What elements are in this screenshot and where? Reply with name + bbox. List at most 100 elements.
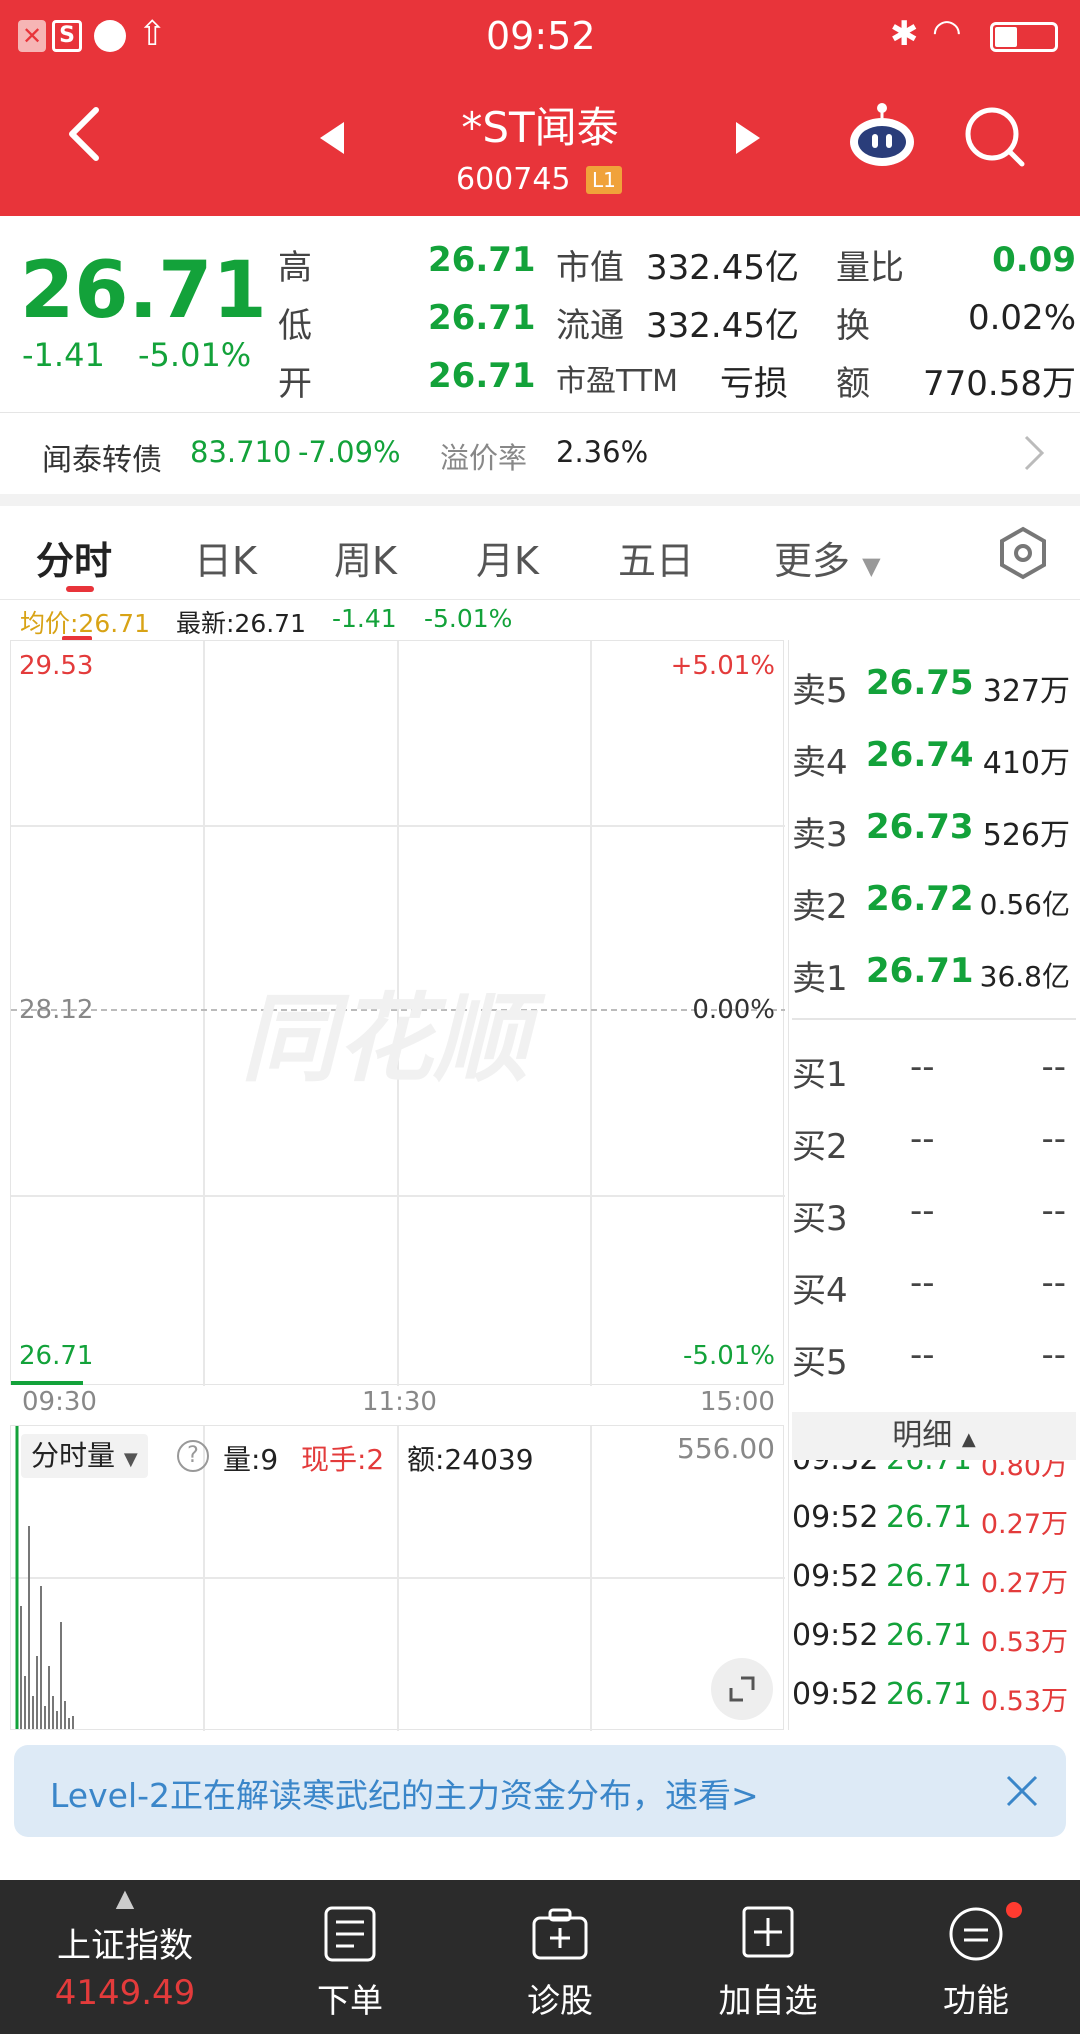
- price-change-pct: -5.01%: [138, 336, 252, 374]
- volume-max-label: 556.00: [677, 1432, 775, 1465]
- next-stock-icon[interactable]: [732, 120, 762, 160]
- dropdown-icon: ▼: [123, 1449, 138, 1470]
- float-label: 流通: [556, 306, 624, 346]
- nav-order-label: 下单: [317, 1981, 383, 2020]
- settings-hexagon-icon[interactable]: [998, 526, 1048, 584]
- quote-panel: 26.71 -1.41 -5.01% 高 26.71 低 26.71 开 26.…: [0, 216, 1080, 406]
- level2-banner[interactable]: Level-2正在解读寒武纪的主力资金分布，速看>: [14, 1745, 1066, 1837]
- volume-mode-select[interactable]: 分时量 ▼: [21, 1434, 148, 1478]
- y-top-label: 29.53: [19, 651, 94, 681]
- ticks-header[interactable]: 明细 ▲: [792, 1412, 1076, 1460]
- intraday-chart[interactable]: 同花顺 29.53 +5.01% 28.12 0.00% 26.71 -5.01…: [10, 640, 785, 1386]
- expand-icon[interactable]: [711, 1658, 773, 1720]
- bond-price: 83.710: [190, 435, 292, 469]
- tick-row: 09:52 26.71 0.27万: [792, 1500, 1068, 1540]
- tab-five-day[interactable]: 五日: [618, 530, 694, 585]
- bond-pct: -7.09%: [298, 435, 401, 469]
- x-label-close: 15:00: [700, 1387, 775, 1417]
- latest-pct-text: -5.01%: [424, 604, 513, 633]
- price-change: -1.41: [22, 336, 105, 374]
- nav-add-watchlist[interactable]: 加自选: [668, 1880, 868, 2034]
- search-icon[interactable]: [962, 104, 1028, 170]
- tick-row: 09:5226.710.80万: [792, 1460, 1068, 1482]
- plus-box-icon: [742, 1906, 794, 1958]
- ask-row[interactable]: 卖4 26.74 410万: [790, 727, 1076, 787]
- s-box-icon: S: [52, 20, 82, 52]
- tab-more[interactable]: 更多 ▼: [774, 530, 881, 585]
- mcap-value: 332.45亿: [646, 248, 799, 288]
- amount-value: 770.58万: [923, 364, 1076, 404]
- tab-monthly-k[interactable]: 月K: [476, 530, 539, 585]
- tab-more-label: 更多: [774, 539, 851, 583]
- nav-diagnose[interactable]: 诊股: [460, 1880, 660, 2034]
- upload-icon: ⇧: [138, 14, 167, 54]
- medical-kit-icon: [532, 1908, 588, 1960]
- bid-row[interactable]: 买1 -- --: [790, 1039, 1076, 1099]
- index-ticker[interactable]: ▲ 上证指数 4149.49: [0, 1880, 250, 2034]
- battery-icon: [990, 22, 1058, 52]
- open-value: 26.71: [428, 356, 536, 396]
- ticks-header-label: 明细: [892, 1418, 953, 1453]
- x-label-noon: 11:30: [362, 1387, 437, 1417]
- turnover-label: 换: [836, 306, 870, 346]
- tab-weekly-k[interactable]: 周K: [334, 530, 397, 585]
- stock-title: *ST闻泰: [461, 103, 619, 152]
- bluetooth-icon: ✱: [890, 14, 919, 54]
- premium-value: 2.36%: [556, 435, 649, 469]
- y-bottom-label: 26.71: [19, 1341, 94, 1371]
- tick-row: 09:52 26.71 0.53万: [792, 1618, 1068, 1658]
- ask-row[interactable]: 卖2 26.72 0.56亿: [790, 871, 1076, 931]
- order-book-mid-divider: [792, 1018, 1076, 1020]
- section-divider: [0, 494, 1080, 506]
- current-hand-value: 现手:2: [301, 1443, 385, 1476]
- notification-dot: [1006, 1902, 1022, 1918]
- turnover-value: 0.02%: [967, 298, 1076, 338]
- stock-code: 600745: [456, 162, 571, 197]
- open-label: 开: [278, 364, 312, 404]
- level-badge: L1: [586, 166, 622, 194]
- volume-amount-value: 额:24039: [407, 1443, 534, 1476]
- bid-row[interactable]: 买4 -- --: [790, 1255, 1076, 1315]
- bid-row[interactable]: 买3 -- --: [790, 1183, 1076, 1243]
- low-label: 低: [278, 306, 312, 346]
- tick-row: 09:52 26.71 0.53万: [792, 1677, 1068, 1717]
- bid-row[interactable]: 买2 -- --: [790, 1111, 1076, 1171]
- ticks-list: 09:5226.710.80万 09:5226.710.27万 09:5226.…: [790, 1460, 1076, 1730]
- x-label-open: 09:30: [22, 1387, 97, 1417]
- tab-daily-k[interactable]: 日K: [194, 530, 257, 585]
- high-value: 26.71: [428, 240, 536, 280]
- pe-value: 亏损: [720, 364, 788, 404]
- caret-up-icon: ▲: [115, 1884, 135, 1912]
- status-bar: ✕ S ⇧ 09:52 ✱ ◠: [0, 0, 1080, 74]
- high-label: 高: [278, 248, 312, 288]
- float-value: 332.45亿: [646, 306, 799, 346]
- volume-mode-label: 分时量: [31, 1439, 116, 1472]
- status-time: 09:52: [486, 14, 596, 58]
- bond-name: 闻泰转债: [42, 443, 162, 478]
- mcap-label: 市值: [556, 248, 624, 288]
- active-tab-indicator: [66, 586, 94, 592]
- ask-row[interactable]: 卖1 26.71 36.8亿: [790, 943, 1076, 1003]
- robot-assistant-icon[interactable]: [846, 100, 918, 172]
- ask-row[interactable]: 卖3 26.73 526万: [790, 799, 1076, 859]
- tick-row: 09:52 26.71 0.27万: [792, 1559, 1068, 1599]
- index-value: 4149.49: [54, 1973, 196, 2013]
- chart-tabs: 分时 日K 周K 月K 五日 更多 ▼: [0, 506, 1080, 600]
- chart-info-line: 均价:26.71 最新:26.71 -1.41 -5.01%: [0, 600, 1080, 641]
- ask-row[interactable]: 卖5 26.75 327万: [790, 655, 1076, 715]
- convertible-bond-row[interactable]: 闻泰转债 83.710 -7.09% 溢价率 2.36%: [0, 412, 1080, 494]
- nav-diagnose-label: 诊股: [527, 1981, 593, 2020]
- banner-text: Level-2正在解读寒武纪的主力资金分布，速看>: [50, 1776, 759, 1815]
- nav-functions-label: 功能: [943, 1981, 1009, 2014]
- nav-add-watchlist-label: 加自选: [718, 1981, 818, 2020]
- vol-ratio-label: 量比: [836, 248, 904, 288]
- nav-order[interactable]: 下单: [250, 1880, 450, 2034]
- help-icon[interactable]: ?: [177, 1440, 209, 1472]
- close-icon[interactable]: [1002, 1771, 1042, 1815]
- tab-intraday[interactable]: 分时: [36, 530, 112, 585]
- bottom-nav: ▲ 上证指数 4149.49 下单 诊股 加自选 功能: [0, 1880, 1080, 2034]
- bid-row[interactable]: 买5 -- --: [790, 1327, 1076, 1387]
- volume-value: 量:9: [223, 1443, 279, 1476]
- low-value: 26.71: [428, 298, 536, 338]
- nav-functions[interactable]: 功能: [876, 1880, 1076, 2014]
